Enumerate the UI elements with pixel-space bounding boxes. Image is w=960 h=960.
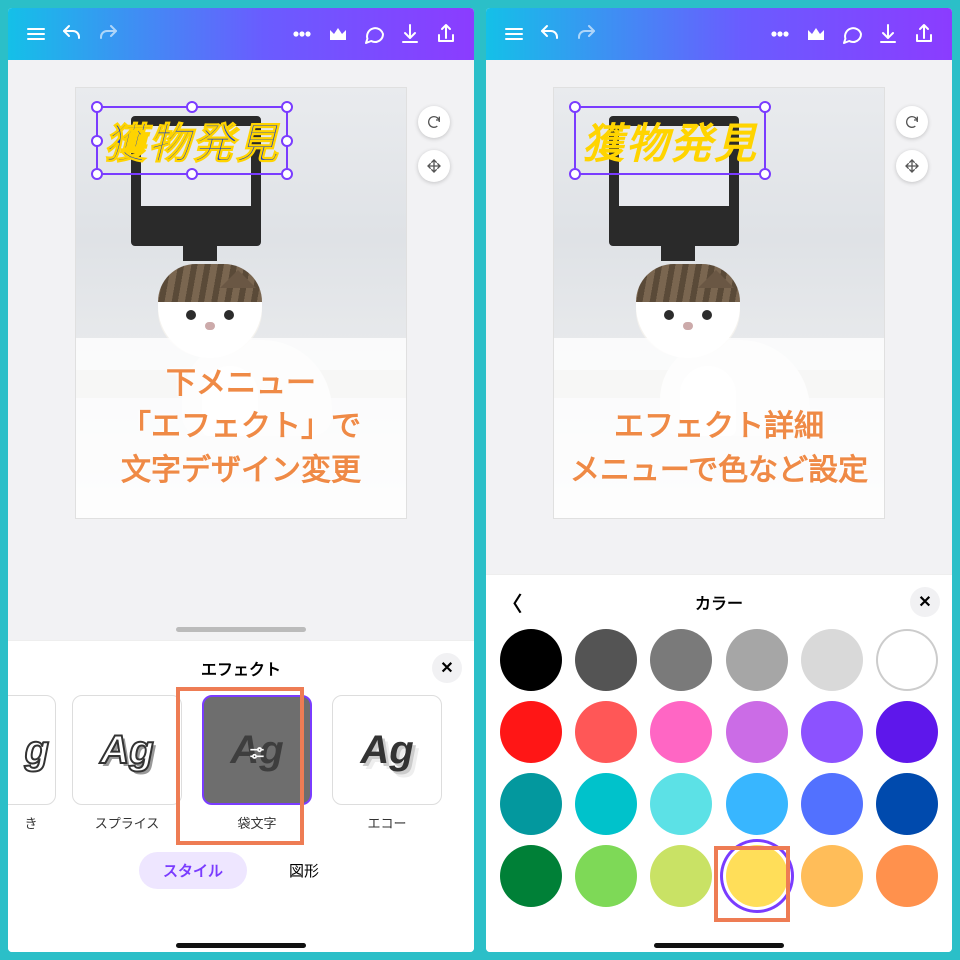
effects-panel: エフェクト ✕ g き Ag スプライス Ag 袋文字 Ag エコー スタイル bbox=[8, 640, 474, 952]
share-icon[interactable] bbox=[428, 16, 464, 52]
color-swatch[interactable] bbox=[500, 701, 562, 763]
color-swatch[interactable] bbox=[650, 773, 712, 835]
effect-option-echo[interactable]: Ag エコー bbox=[328, 695, 446, 832]
effect-option-outline[interactable]: Ag 袋文字 bbox=[198, 695, 316, 832]
effects-list[interactable]: g き Ag スプライス Ag 袋文字 Ag エコー bbox=[8, 695, 474, 832]
color-swatch[interactable] bbox=[726, 701, 788, 763]
color-swatch[interactable] bbox=[801, 629, 863, 691]
menu-icon[interactable] bbox=[496, 16, 532, 52]
redo-icon[interactable] bbox=[568, 16, 604, 52]
color-swatch[interactable] bbox=[575, 701, 637, 763]
back-icon[interactable]: 〈 bbox=[502, 588, 522, 617]
color-swatch[interactable] bbox=[876, 845, 938, 907]
text-element-selected[interactable]: 獲物発見 bbox=[574, 106, 766, 175]
tab-style[interactable]: スタイル bbox=[139, 852, 247, 889]
color-swatch[interactable] bbox=[500, 629, 562, 691]
color-swatch[interactable] bbox=[801, 773, 863, 835]
comment-icon[interactable] bbox=[356, 16, 392, 52]
menu-icon[interactable] bbox=[18, 16, 54, 52]
color-swatch[interactable] bbox=[500, 845, 562, 907]
color-swatch[interactable] bbox=[876, 773, 938, 835]
effect-option-splice[interactable]: Ag スプライス bbox=[68, 695, 186, 832]
crown-icon[interactable] bbox=[320, 16, 356, 52]
share-icon[interactable] bbox=[906, 16, 942, 52]
more-icon[interactable] bbox=[284, 16, 320, 52]
panel-title: カラー bbox=[695, 590, 743, 614]
color-swatch[interactable] bbox=[650, 845, 712, 907]
undo-icon[interactable] bbox=[54, 16, 90, 52]
download-icon[interactable] bbox=[870, 16, 906, 52]
rotate-button[interactable] bbox=[896, 106, 928, 138]
home-indicator bbox=[176, 627, 306, 632]
crown-icon[interactable] bbox=[798, 16, 834, 52]
text-content[interactable]: 獲物発見 bbox=[104, 120, 280, 167]
color-grid bbox=[494, 629, 944, 907]
redo-icon[interactable] bbox=[90, 16, 126, 52]
text-content[interactable]: 獲物発見 bbox=[582, 120, 758, 167]
color-swatch[interactable] bbox=[876, 701, 938, 763]
more-icon[interactable] bbox=[762, 16, 798, 52]
color-swatch[interactable] bbox=[801, 701, 863, 763]
phone-right: 獲物発見 エフェクト詳細 メニューで色など設定 〈 カラー ✕ bbox=[486, 8, 952, 952]
color-swatch[interactable] bbox=[575, 773, 637, 835]
close-icon[interactable]: ✕ bbox=[910, 587, 940, 617]
tab-shape[interactable]: 図形 bbox=[265, 852, 343, 889]
color-swatch[interactable] bbox=[650, 629, 712, 691]
canvas-area[interactable]: 獲物発見 下メニュー 「エフェクト」で 文字デザイン変更 bbox=[8, 60, 474, 640]
color-swatch[interactable] bbox=[876, 629, 938, 691]
panel-title: エフェクト bbox=[201, 656, 281, 680]
effect-tabs: スタイル 図形 bbox=[16, 852, 466, 889]
move-button[interactable] bbox=[896, 150, 928, 182]
move-button[interactable] bbox=[418, 150, 450, 182]
color-swatch[interactable] bbox=[575, 629, 637, 691]
text-element-selected[interactable]: 獲物発見 bbox=[96, 106, 288, 175]
top-toolbar bbox=[8, 8, 474, 60]
canvas-area[interactable]: 獲物発見 エフェクト詳細 メニューで色など設定 bbox=[486, 60, 952, 574]
adjust-icon bbox=[247, 728, 267, 773]
color-panel: 〈 カラー ✕ bbox=[486, 574, 952, 952]
color-swatch[interactable] bbox=[726, 773, 788, 835]
home-indicator bbox=[176, 943, 306, 948]
effect-option[interactable]: g き bbox=[8, 695, 56, 832]
download-icon[interactable] bbox=[392, 16, 428, 52]
comment-icon[interactable] bbox=[834, 16, 870, 52]
top-toolbar bbox=[486, 8, 952, 60]
close-icon[interactable]: ✕ bbox=[432, 653, 462, 683]
artboard[interactable]: 獲物発見 エフェクト詳細 メニューで色など設定 bbox=[554, 88, 884, 518]
artboard[interactable]: 獲物発見 下メニュー 「エフェクト」で 文字デザイン変更 bbox=[76, 88, 406, 518]
rotate-button[interactable] bbox=[418, 106, 450, 138]
color-swatch[interactable] bbox=[500, 773, 562, 835]
color-swatch[interactable] bbox=[726, 629, 788, 691]
color-swatch[interactable] bbox=[650, 701, 712, 763]
color-swatch[interactable] bbox=[575, 845, 637, 907]
phone-left: 獲物発見 下メニュー 「エフェクト」で 文字デザイン変更 エフェクト ✕ g き… bbox=[8, 8, 474, 952]
undo-icon[interactable] bbox=[532, 16, 568, 52]
home-indicator bbox=[654, 943, 784, 948]
color-swatch[interactable] bbox=[726, 845, 788, 907]
color-swatch[interactable] bbox=[801, 845, 863, 907]
